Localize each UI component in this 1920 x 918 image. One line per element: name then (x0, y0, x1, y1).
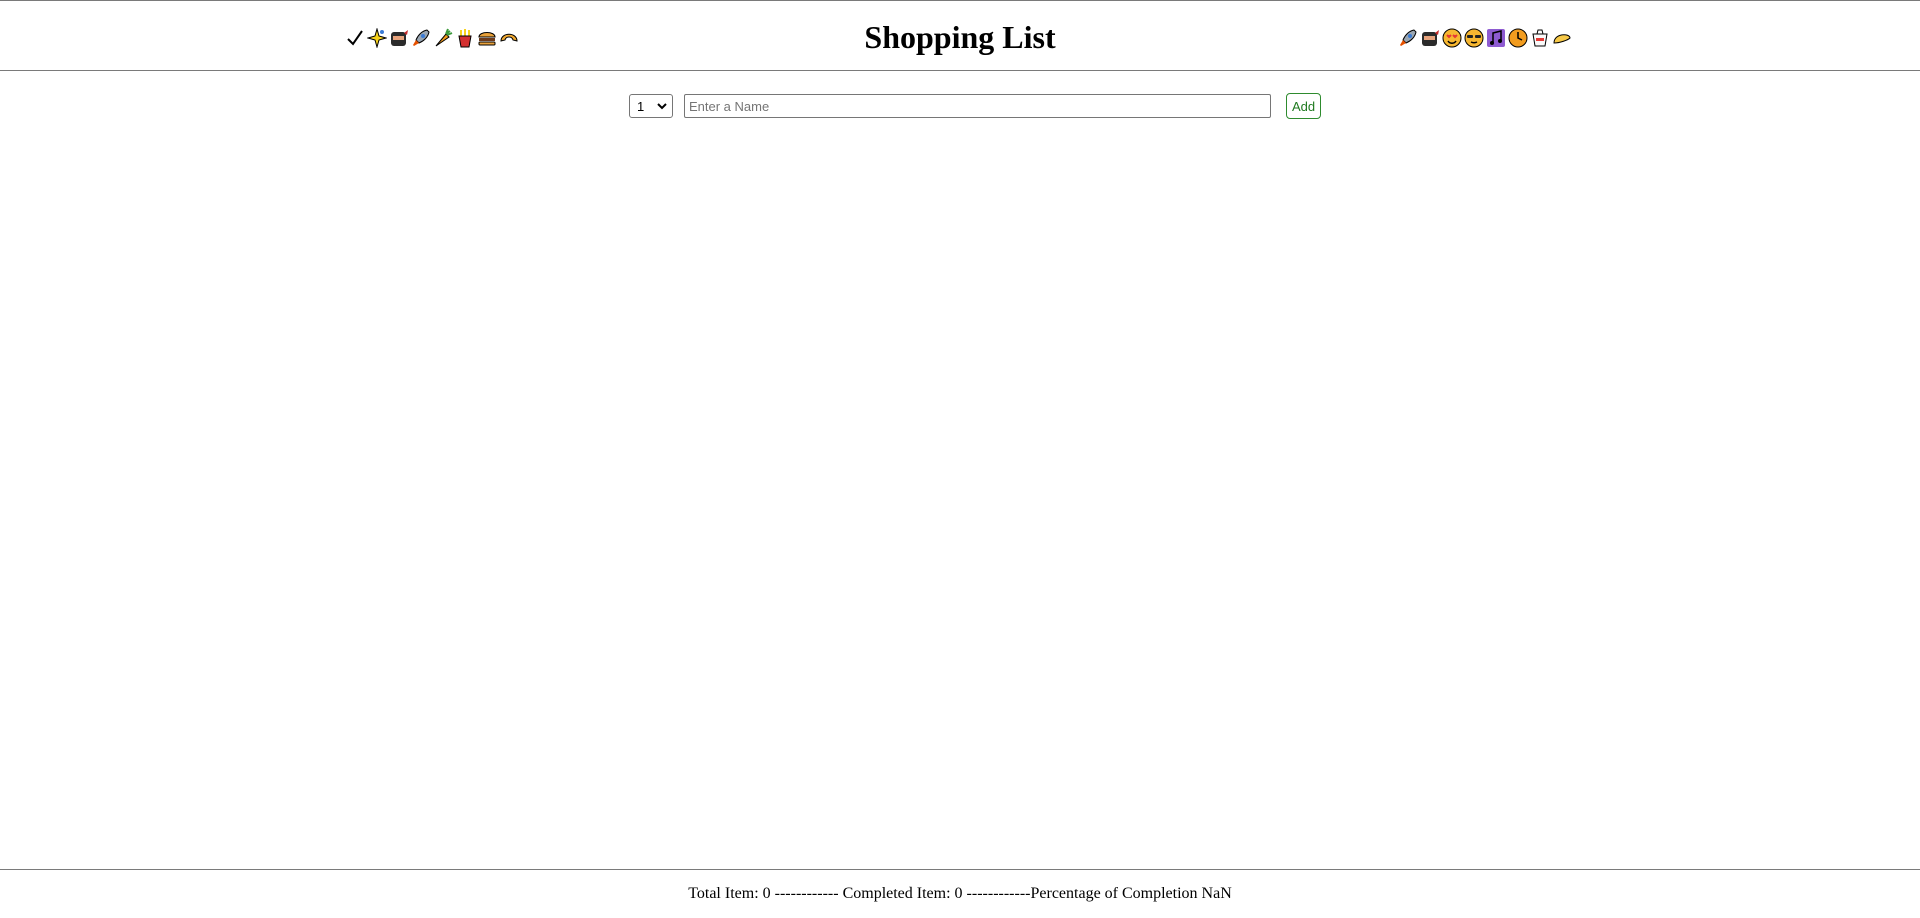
add-button[interactable]: Add (1286, 93, 1322, 119)
heart-eyes-icon (1442, 28, 1462, 48)
sunglasses-icon (1464, 28, 1484, 48)
clock-icon (1508, 28, 1528, 48)
takeout-box-icon (1530, 28, 1550, 48)
completion-stats: Total Item: 0 ------------ Completed Ite… (688, 885, 1232, 902)
music-notes-icon (1486, 28, 1506, 48)
add-item-form: 1 Add (629, 93, 1322, 119)
taco-icon (1552, 28, 1572, 48)
header: Shopping List (0, 0, 1920, 71)
shopping-list-app: Shopping List 1 Enter a Name Add Total I… (0, 0, 1920, 918)
item-name-input[interactable] (684, 94, 1271, 118)
page-title: Shopping List (864, 19, 1056, 55)
quantity-value: 1 (637, 98, 645, 114)
ninja-icon (1420, 28, 1440, 48)
chevron-down-icon (657, 103, 667, 110)
right-emoji-row (1398, 27, 1572, 49)
rocket-icon (1398, 28, 1418, 48)
footer: Total Item: 0 ------------ Completed Ite… (0, 869, 1920, 918)
quantity-select[interactable]: 1 (629, 94, 673, 118)
